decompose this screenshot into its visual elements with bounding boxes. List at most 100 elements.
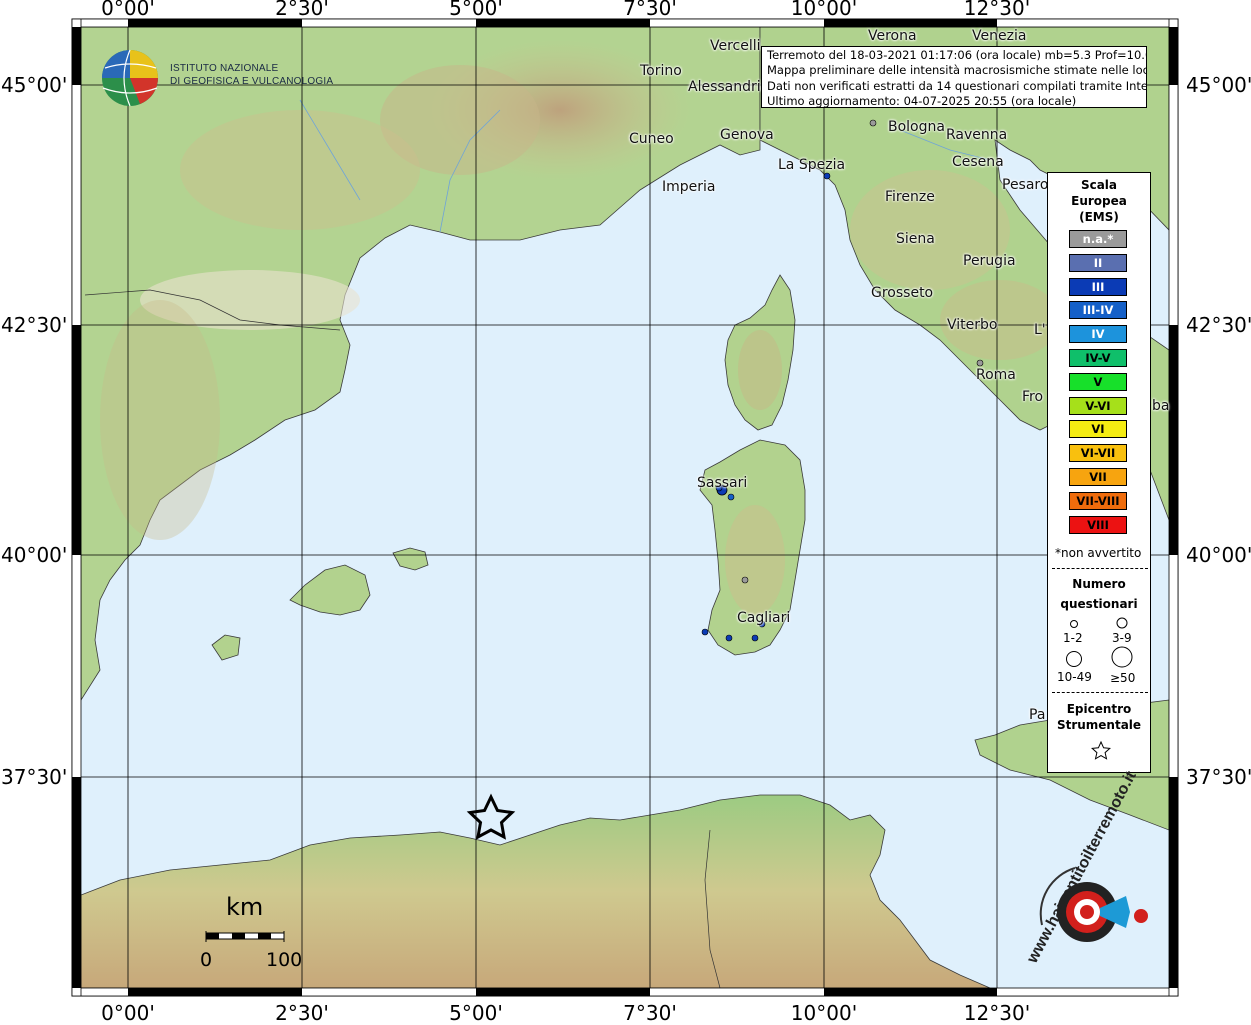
observation-point (741, 576, 749, 584)
lat-tick-right: 37°30' (1186, 765, 1251, 789)
lon-tick-top: 0°00' (101, 0, 155, 20)
event-info-line: Ultimo aggiornamento: 04-07-2025 20:55 (… (767, 93, 1077, 108)
lon-tick-bottom: 0°00' (101, 1001, 155, 1025)
lon-tick-top: 12°30' (963, 0, 1031, 20)
observation-point (701, 628, 709, 636)
city-label: Venezia (972, 28, 1027, 44)
legend-swatch: VII (1069, 468, 1127, 486)
scale-start: 0 (200, 949, 213, 971)
epicenter-title: Epicentro Strumentale (1048, 701, 1150, 733)
size-label: 1-2 (1063, 631, 1083, 645)
observation-point (725, 634, 733, 642)
ingv-line1: ISTITUTO NAZIONALE (170, 63, 279, 74)
questionnaire-title-line: questionari (1060, 597, 1138, 611)
legend-divider (1052, 568, 1148, 569)
intensity-legend: Scala Europea (EMS) n.a.* II III III-IV IV IV… (1047, 172, 1151, 773)
lon-tick-bottom: 5°00' (449, 1001, 503, 1025)
lat-tick-right: 45°00' (1186, 73, 1251, 97)
legend-swatch: II (1069, 253, 1127, 272)
lon-tick-top: 2°30' (275, 0, 329, 20)
observation-point (751, 634, 759, 642)
legend-swatch: III-IV (1069, 301, 1127, 320)
legend-swatch: IV-V (1069, 349, 1127, 367)
lon-tick-top: 10°00' (790, 0, 858, 20)
city-label: Vercelli (710, 38, 761, 54)
event-info-box: Terremoto del 18-03-2021 01:17:06 (ora l… (761, 46, 1147, 108)
questionnaire-title: Numero questionari (1048, 574, 1150, 614)
event-info-line: Dati non verificati estratti da 14 quest… (767, 78, 1146, 93)
ingv-line2: DI GEOFISICA E VULCANOLOGIA (170, 76, 334, 87)
legend-title-line: Scala (1080, 178, 1118, 192)
legend-swatch: VIII (1069, 515, 1127, 534)
legend-divider (1052, 692, 1148, 693)
lon-tick-bottom: 2°30' (275, 1001, 329, 1025)
ingv-logo-icon (102, 49, 158, 107)
epicenter-title-line: Strumentale (1056, 718, 1142, 732)
legend-title: Scala Europea (EMS) (1048, 177, 1150, 225)
city-label: Firenze (885, 189, 935, 205)
size-symbol-small-icon (1070, 620, 1078, 628)
city-label: Siena (896, 231, 935, 247)
scale-bar-graphic (205, 931, 285, 942)
size-symbol-medium-icon (1116, 617, 1128, 629)
lon-tick-bottom: 10°00' (790, 1001, 858, 1025)
city-label: Cagliari (737, 610, 791, 626)
city-label: La Spezia (778, 157, 846, 173)
scale-bar: km 0 100 (200, 893, 310, 973)
legend-swatch: VII-VIII (1069, 491, 1127, 510)
epicenter-title-line: Epicentro (1066, 702, 1132, 716)
city-label: L' (1034, 322, 1046, 338)
city-label: Sassari (697, 475, 748, 491)
size-label: 10-49 (1057, 670, 1092, 684)
city-label: Perugia (963, 253, 1016, 269)
city-label: Genova (720, 127, 774, 143)
observation-point (976, 359, 984, 367)
city-label: Roma (976, 367, 1016, 383)
size-label: 3-9 (1112, 631, 1132, 645)
lat-tick-right: 42°30' (1186, 313, 1251, 337)
lat-tick-left: 45°00' (1, 73, 68, 97)
ingv-logo-text: ISTITUTO NAZIONALE DI GEOFISICA E VULCAN… (170, 62, 333, 88)
size-label: ≥50 (1110, 671, 1136, 685)
size-symbol-xlarge-icon (1111, 646, 1133, 668)
lat-tick-left: 37°30' (1, 765, 68, 789)
lon-tick-top: 5°00' (449, 0, 503, 20)
city-label: Pa (1029, 707, 1046, 723)
legend-swatch: n.a.* (1069, 230, 1127, 248)
event-info-line: Terremoto del 18-03-2021 01:17:06 (ora l… (767, 48, 1146, 62)
city-label: Cesena (952, 154, 1004, 170)
city-label: Ravenna (946, 127, 1008, 143)
city-label: Torino (640, 63, 682, 79)
not-felt-note: *non avvertito (1055, 546, 1142, 560)
lon-tick-top: 7°30' (623, 0, 677, 20)
lat-tick-right: 40°00' (1186, 543, 1251, 567)
city-label: Fro (1022, 389, 1044, 405)
legend-swatch: III (1069, 277, 1127, 296)
scale-unit: km (226, 893, 264, 921)
legend-swatch: IV (1069, 325, 1127, 344)
legend-title-line: Europea (1071, 194, 1127, 208)
lon-tick-bottom: 7°30' (623, 1001, 677, 1025)
city-label: Cuneo (629, 131, 674, 147)
legend-star-icon (1091, 740, 1111, 760)
legend-swatch: VI-VII (1069, 444, 1127, 463)
city-label: Bologna (888, 119, 945, 135)
city-label: Viterbo (947, 317, 998, 333)
city-label: Grosseto (871, 285, 934, 301)
city-label: Imperia (662, 179, 716, 195)
legend-swatch: V-VI (1069, 396, 1127, 415)
observation-point (869, 119, 877, 127)
lat-tick-left: 42°30' (1, 313, 68, 337)
city-label: Verona (868, 28, 917, 44)
questionnaire-title-line: Numero (1072, 577, 1126, 591)
city-label: ba (1152, 398, 1170, 414)
legend-title-line: (EMS) (1079, 210, 1119, 224)
city-label: Alessandria (688, 79, 770, 95)
city-label: Pesaro (1002, 177, 1049, 193)
event-info-line: Mappa preliminare delle intensità macros… (767, 63, 1146, 78)
observation-point (727, 493, 735, 501)
observation-point (823, 172, 831, 180)
scale-end: 100 (266, 949, 303, 971)
lon-tick-bottom: 12°30' (963, 1001, 1031, 1025)
lat-tick-left: 40°00' (1, 543, 68, 567)
